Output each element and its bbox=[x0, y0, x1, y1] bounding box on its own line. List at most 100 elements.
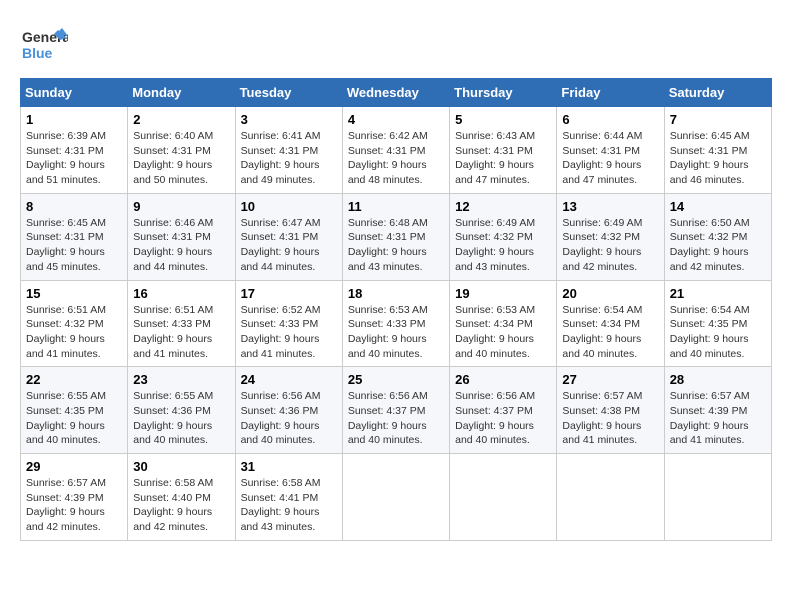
calendar-day-cell: 13 Sunrise: 6:49 AM Sunset: 4:32 PM Dayl… bbox=[557, 193, 664, 280]
sunset-text: Sunset: 4:33 PM bbox=[241, 318, 319, 330]
sunrise-text: Sunrise: 6:55 AM bbox=[133, 390, 213, 402]
daylight-text: Daylight: 9 hours and 46 minutes. bbox=[670, 159, 749, 186]
sunset-text: Sunset: 4:35 PM bbox=[670, 318, 748, 330]
sunrise-text: Sunrise: 6:54 AM bbox=[670, 304, 750, 316]
calendar-day-header: Friday bbox=[557, 79, 664, 107]
calendar-day-cell bbox=[664, 454, 771, 541]
sunset-text: Sunset: 4:37 PM bbox=[348, 405, 426, 417]
sunset-text: Sunset: 4:31 PM bbox=[133, 145, 211, 157]
day-number: 16 bbox=[133, 286, 229, 301]
daylight-text: Daylight: 9 hours and 43 minutes. bbox=[241, 506, 320, 533]
calendar-day-cell bbox=[557, 454, 664, 541]
calendar-day-cell: 2 Sunrise: 6:40 AM Sunset: 4:31 PM Dayli… bbox=[128, 107, 235, 194]
daylight-text: Daylight: 9 hours and 42 minutes. bbox=[26, 506, 105, 533]
calendar-day-cell: 9 Sunrise: 6:46 AM Sunset: 4:31 PM Dayli… bbox=[128, 193, 235, 280]
daylight-text: Daylight: 9 hours and 40 minutes. bbox=[348, 420, 427, 447]
calendar-day-cell bbox=[342, 454, 449, 541]
calendar-day-header: Tuesday bbox=[235, 79, 342, 107]
day-number: 21 bbox=[670, 286, 766, 301]
day-number: 22 bbox=[26, 372, 122, 387]
sunset-text: Sunset: 4:36 PM bbox=[133, 405, 211, 417]
sunset-text: Sunset: 4:31 PM bbox=[26, 231, 104, 243]
calendar-day-cell: 17 Sunrise: 6:52 AM Sunset: 4:33 PM Dayl… bbox=[235, 280, 342, 367]
day-number: 25 bbox=[348, 372, 444, 387]
sunrise-text: Sunrise: 6:55 AM bbox=[26, 390, 106, 402]
sunrise-text: Sunrise: 6:44 AM bbox=[562, 130, 642, 142]
daylight-text: Daylight: 9 hours and 41 minutes. bbox=[241, 333, 320, 360]
day-info: Sunrise: 6:46 AM Sunset: 4:31 PM Dayligh… bbox=[133, 216, 229, 275]
calendar-day-cell: 3 Sunrise: 6:41 AM Sunset: 4:31 PM Dayli… bbox=[235, 107, 342, 194]
sunset-text: Sunset: 4:32 PM bbox=[26, 318, 104, 330]
sunrise-text: Sunrise: 6:39 AM bbox=[26, 130, 106, 142]
sunset-text: Sunset: 4:34 PM bbox=[455, 318, 533, 330]
daylight-text: Daylight: 9 hours and 42 minutes. bbox=[670, 246, 749, 273]
day-number: 9 bbox=[133, 199, 229, 214]
sunrise-text: Sunrise: 6:58 AM bbox=[241, 477, 321, 489]
sunrise-text: Sunrise: 6:45 AM bbox=[670, 130, 750, 142]
daylight-text: Daylight: 9 hours and 48 minutes. bbox=[348, 159, 427, 186]
calendar-day-cell: 4 Sunrise: 6:42 AM Sunset: 4:31 PM Dayli… bbox=[342, 107, 449, 194]
sunrise-text: Sunrise: 6:42 AM bbox=[348, 130, 428, 142]
sunset-text: Sunset: 4:40 PM bbox=[133, 492, 211, 504]
day-info: Sunrise: 6:55 AM Sunset: 4:35 PM Dayligh… bbox=[26, 389, 122, 448]
day-number: 10 bbox=[241, 199, 337, 214]
calendar-week-row: 8 Sunrise: 6:45 AM Sunset: 4:31 PM Dayli… bbox=[21, 193, 772, 280]
sunrise-text: Sunrise: 6:49 AM bbox=[562, 217, 642, 229]
calendar-header: SundayMondayTuesdayWednesdayThursdayFrid… bbox=[21, 79, 772, 107]
sunset-text: Sunset: 4:31 PM bbox=[670, 145, 748, 157]
daylight-text: Daylight: 9 hours and 49 minutes. bbox=[241, 159, 320, 186]
calendar-body: 1 Sunrise: 6:39 AM Sunset: 4:31 PM Dayli… bbox=[21, 107, 772, 541]
day-info: Sunrise: 6:43 AM Sunset: 4:31 PM Dayligh… bbox=[455, 129, 551, 188]
day-number: 26 bbox=[455, 372, 551, 387]
calendar-week-row: 22 Sunrise: 6:55 AM Sunset: 4:35 PM Dayl… bbox=[21, 367, 772, 454]
daylight-text: Daylight: 9 hours and 51 minutes. bbox=[26, 159, 105, 186]
daylight-text: Daylight: 9 hours and 42 minutes. bbox=[133, 506, 212, 533]
sunrise-text: Sunrise: 6:41 AM bbox=[241, 130, 321, 142]
day-number: 15 bbox=[26, 286, 122, 301]
day-info: Sunrise: 6:55 AM Sunset: 4:36 PM Dayligh… bbox=[133, 389, 229, 448]
day-info: Sunrise: 6:56 AM Sunset: 4:37 PM Dayligh… bbox=[455, 389, 551, 448]
day-info: Sunrise: 6:44 AM Sunset: 4:31 PM Dayligh… bbox=[562, 129, 658, 188]
daylight-text: Daylight: 9 hours and 47 minutes. bbox=[455, 159, 534, 186]
calendar-day-cell: 8 Sunrise: 6:45 AM Sunset: 4:31 PM Dayli… bbox=[21, 193, 128, 280]
daylight-text: Daylight: 9 hours and 40 minutes. bbox=[241, 420, 320, 447]
day-number: 1 bbox=[26, 112, 122, 127]
day-info: Sunrise: 6:39 AM Sunset: 4:31 PM Dayligh… bbox=[26, 129, 122, 188]
daylight-text: Daylight: 9 hours and 40 minutes. bbox=[455, 333, 534, 360]
daylight-text: Daylight: 9 hours and 40 minutes. bbox=[670, 333, 749, 360]
calendar-day-cell: 5 Sunrise: 6:43 AM Sunset: 4:31 PM Dayli… bbox=[450, 107, 557, 194]
sunrise-text: Sunrise: 6:54 AM bbox=[562, 304, 642, 316]
sunrise-text: Sunrise: 6:58 AM bbox=[133, 477, 213, 489]
day-number: 7 bbox=[670, 112, 766, 127]
calendar-day-cell: 22 Sunrise: 6:55 AM Sunset: 4:35 PM Dayl… bbox=[21, 367, 128, 454]
daylight-text: Daylight: 9 hours and 47 minutes. bbox=[562, 159, 641, 186]
day-number: 27 bbox=[562, 372, 658, 387]
calendar-day-cell: 24 Sunrise: 6:56 AM Sunset: 4:36 PM Dayl… bbox=[235, 367, 342, 454]
day-info: Sunrise: 6:51 AM Sunset: 4:33 PM Dayligh… bbox=[133, 303, 229, 362]
sunset-text: Sunset: 4:35 PM bbox=[26, 405, 104, 417]
day-number: 19 bbox=[455, 286, 551, 301]
sunrise-text: Sunrise: 6:53 AM bbox=[348, 304, 428, 316]
sunrise-text: Sunrise: 6:51 AM bbox=[133, 304, 213, 316]
day-number: 2 bbox=[133, 112, 229, 127]
sunset-text: Sunset: 4:33 PM bbox=[348, 318, 426, 330]
day-number: 4 bbox=[348, 112, 444, 127]
daylight-text: Daylight: 9 hours and 44 minutes. bbox=[241, 246, 320, 273]
calendar-day-cell: 1 Sunrise: 6:39 AM Sunset: 4:31 PM Dayli… bbox=[21, 107, 128, 194]
day-info: Sunrise: 6:42 AM Sunset: 4:31 PM Dayligh… bbox=[348, 129, 444, 188]
calendar-day-cell: 21 Sunrise: 6:54 AM Sunset: 4:35 PM Dayl… bbox=[664, 280, 771, 367]
day-info: Sunrise: 6:51 AM Sunset: 4:32 PM Dayligh… bbox=[26, 303, 122, 362]
calendar-day-cell: 14 Sunrise: 6:50 AM Sunset: 4:32 PM Dayl… bbox=[664, 193, 771, 280]
daylight-text: Daylight: 9 hours and 40 minutes. bbox=[455, 420, 534, 447]
calendar-day-header: Wednesday bbox=[342, 79, 449, 107]
calendar-week-row: 29 Sunrise: 6:57 AM Sunset: 4:39 PM Dayl… bbox=[21, 454, 772, 541]
sunset-text: Sunset: 4:32 PM bbox=[670, 231, 748, 243]
daylight-text: Daylight: 9 hours and 41 minutes. bbox=[26, 333, 105, 360]
daylight-text: Daylight: 9 hours and 45 minutes. bbox=[26, 246, 105, 273]
day-number: 31 bbox=[241, 459, 337, 474]
day-info: Sunrise: 6:52 AM Sunset: 4:33 PM Dayligh… bbox=[241, 303, 337, 362]
sunrise-text: Sunrise: 6:52 AM bbox=[241, 304, 321, 316]
calendar-table: SundayMondayTuesdayWednesdayThursdayFrid… bbox=[20, 78, 772, 541]
sunrise-text: Sunrise: 6:56 AM bbox=[348, 390, 428, 402]
sunset-text: Sunset: 4:39 PM bbox=[26, 492, 104, 504]
